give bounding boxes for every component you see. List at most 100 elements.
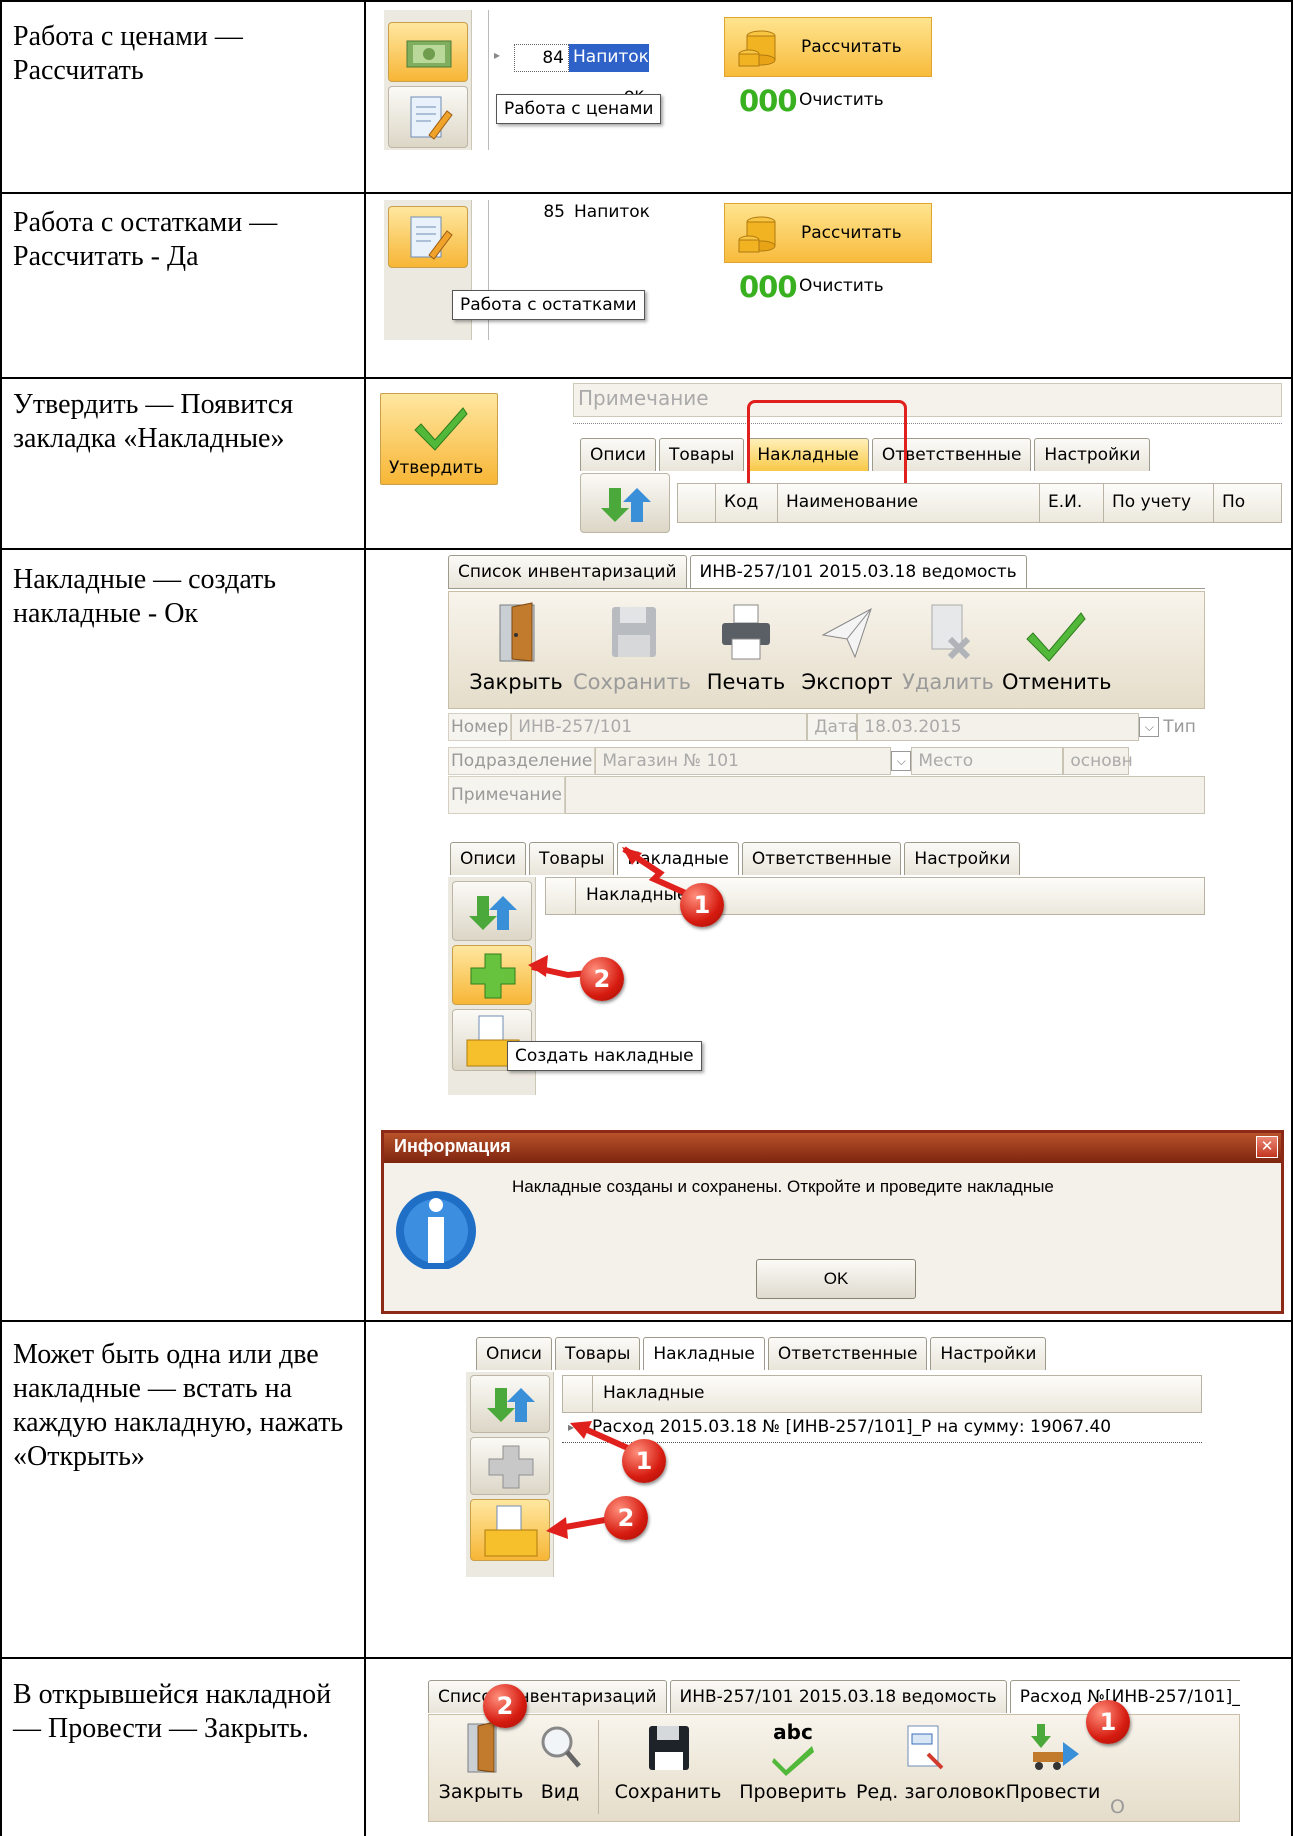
clear-icon: 000 bbox=[739, 84, 798, 118]
col-by-fact[interactable]: По bbox=[1214, 484, 1274, 522]
note-field[interactable] bbox=[565, 776, 1205, 814]
note-row: Примечание bbox=[448, 776, 1205, 814]
chevron-down-icon[interactable]: ⌵ bbox=[1139, 717, 1160, 737]
step-2-badge: 2 bbox=[483, 1684, 527, 1728]
instruction-6: В открывшейся накладной — Провести — Зак… bbox=[13, 1679, 332, 1744]
view-label: Вид bbox=[540, 1781, 580, 1803]
delete-button[interactable]: Удалить bbox=[900, 599, 996, 694]
chevron-down-icon[interactable]: ⌵ bbox=[891, 751, 912, 771]
document-pencil-icon bbox=[410, 216, 453, 260]
dept-field[interactable]: Магазин № 101 bbox=[595, 747, 892, 775]
magnifier-icon bbox=[541, 1726, 581, 1768]
sort-button[interactable] bbox=[580, 473, 670, 533]
number-field[interactable]: ИНВ-257/101 bbox=[511, 713, 808, 741]
close-label: Закрыть bbox=[438, 1781, 524, 1803]
note-field[interactable]: Примечание bbox=[573, 383, 1282, 417]
table-border-top bbox=[0, 0, 1293, 2]
prices-button[interactable] bbox=[388, 22, 468, 82]
number-label: Номер bbox=[448, 713, 512, 741]
instruction-4: Накладные — создать накладные - Ок bbox=[13, 564, 277, 629]
row-divider bbox=[0, 377, 1293, 379]
stock-button[interactable] bbox=[388, 206, 468, 268]
approve-button[interactable]: Утвердить bbox=[380, 393, 498, 485]
ok-button[interactable]: OK bbox=[756, 1259, 916, 1299]
close-button[interactable]: Закрыть bbox=[468, 599, 564, 694]
column-divider bbox=[364, 0, 366, 1836]
floppy-icon bbox=[612, 607, 656, 657]
document-pencil-icon bbox=[410, 96, 453, 140]
tab-inventories[interactable]: Описи bbox=[476, 1337, 552, 1370]
plus-icon bbox=[470, 953, 516, 999]
clear-button[interactable]: Очистить bbox=[799, 276, 884, 296]
tab-settings[interactable]: Настройки bbox=[930, 1337, 1047, 1370]
export-label: Экспорт bbox=[801, 670, 893, 694]
table-border-left bbox=[0, 0, 2, 1836]
screenshot-approve: Утвердить Примечание Описи Товары Наклад… bbox=[380, 383, 1282, 533]
col-unit[interactable]: Е.И. bbox=[1040, 484, 1104, 522]
tab-goods[interactable]: Товары bbox=[658, 438, 745, 471]
check-label: Проверить bbox=[739, 1781, 847, 1803]
tab-responsible[interactable]: Ответственные bbox=[741, 842, 902, 875]
calculate-button[interactable]: Рассчитать bbox=[724, 17, 932, 77]
sort-button[interactable] bbox=[452, 881, 532, 941]
tab-inventories[interactable]: Описи bbox=[580, 438, 656, 471]
check-button[interactable]: abc Проверить bbox=[738, 1720, 848, 1803]
tab-settings[interactable]: Настройки bbox=[904, 842, 1021, 875]
export-button[interactable]: Экспорт bbox=[798, 599, 896, 694]
open-button[interactable] bbox=[470, 1499, 550, 1561]
step-1-badge: 1 bbox=[1086, 1700, 1130, 1744]
tab-inventory-doc[interactable]: ИНВ-257/101 2015.03.18 ведомость bbox=[689, 555, 1027, 588]
row-name-selected[interactable]: Напиток bbox=[569, 44, 649, 72]
edit-prices-button[interactable] bbox=[388, 86, 468, 148]
instruction-3: Утвердить — Появится закладка «Накладные… bbox=[13, 389, 294, 454]
tab-responsible[interactable]: Ответственные bbox=[767, 1337, 928, 1370]
more-button-label[interactable]: О bbox=[1110, 1796, 1140, 1818]
print-label: Печать bbox=[706, 670, 786, 694]
col-code[interactable]: Код bbox=[716, 484, 778, 522]
tab-invoices[interactable]: Накладные bbox=[643, 1337, 765, 1370]
screenshot-open-invoice: Описи Товары Накладные Ответственные Нас… bbox=[466, 1337, 1202, 1577]
checkmark-icon bbox=[1026, 612, 1086, 662]
row-number: 85 bbox=[543, 202, 565, 222]
dialog-message: Накладные созданы и сохранены. Откройте … bbox=[512, 1177, 1054, 1196]
instruction-table: Работа с ценами — Рассчитать Работа с ос… bbox=[0, 0, 1293, 1836]
approve-label: Утвердить bbox=[389, 458, 484, 478]
close-button[interactable]: Закрыть bbox=[438, 1720, 524, 1803]
save-button[interactable]: Сохранить bbox=[572, 599, 692, 694]
view-button[interactable]: Вид bbox=[532, 1720, 588, 1803]
cancel-button[interactable]: Отменить bbox=[1002, 599, 1112, 694]
create-invoices-button[interactable] bbox=[452, 945, 532, 1005]
close-icon[interactable]: ✕ bbox=[1256, 1136, 1278, 1158]
tab-inventories[interactable]: Описи bbox=[450, 842, 526, 875]
tab-inventory-doc[interactable]: ИНВ-257/101 2015.03.18 ведомость bbox=[669, 1680, 1007, 1713]
create-invoices-button[interactable] bbox=[470, 1437, 550, 1495]
tab-goods[interactable]: Товары bbox=[554, 1337, 641, 1370]
print-button[interactable]: Печать bbox=[702, 599, 790, 694]
col-by-account[interactable]: По учету bbox=[1104, 484, 1214, 522]
sort-button[interactable] bbox=[470, 1375, 550, 1433]
tab-inventory-list[interactable]: Список инвентаризаций bbox=[428, 1680, 667, 1713]
door-icon bbox=[467, 1721, 497, 1773]
edit-header-button[interactable]: Ред. заголовок bbox=[856, 1720, 1006, 1803]
col-invoices[interactable]: Накладные bbox=[593, 1376, 715, 1412]
col-name[interactable]: Наименование bbox=[778, 484, 1040, 522]
document-tabs: Список инвентаризаций ИНВ-257/101 2015.0… bbox=[448, 555, 1027, 588]
calculate-button[interactable]: Рассчитать bbox=[724, 203, 932, 263]
edit-header-label: Ред. заголовок bbox=[856, 1781, 1006, 1803]
clear-button[interactable]: Очистить bbox=[799, 90, 884, 110]
row-number: 84 bbox=[514, 44, 569, 72]
tab-inventory-list[interactable]: Список инвентаризаций bbox=[448, 555, 687, 588]
save-label: Сохранить bbox=[572, 670, 692, 694]
dialog-title: Информация bbox=[384, 1133, 1281, 1163]
invoice-row[interactable]: Расход 2015.03.18 № [ИНВ-257/101]_Р на с… bbox=[562, 1413, 1202, 1443]
money-icon bbox=[406, 40, 452, 68]
step-2-badge: 2 bbox=[604, 1496, 648, 1540]
floppy-icon bbox=[649, 1726, 689, 1770]
save-button[interactable]: Сохранить bbox=[608, 1720, 728, 1803]
store-field[interactable]: основн bbox=[1063, 747, 1133, 775]
date-field[interactable]: 18.03.2015 bbox=[857, 713, 1140, 741]
type-label: Тип bbox=[1163, 717, 1196, 737]
tab-goods[interactable]: Товары bbox=[528, 842, 615, 875]
tab-settings[interactable]: Настройки bbox=[1034, 438, 1151, 471]
store-label: Место хранения bbox=[911, 747, 1064, 791]
